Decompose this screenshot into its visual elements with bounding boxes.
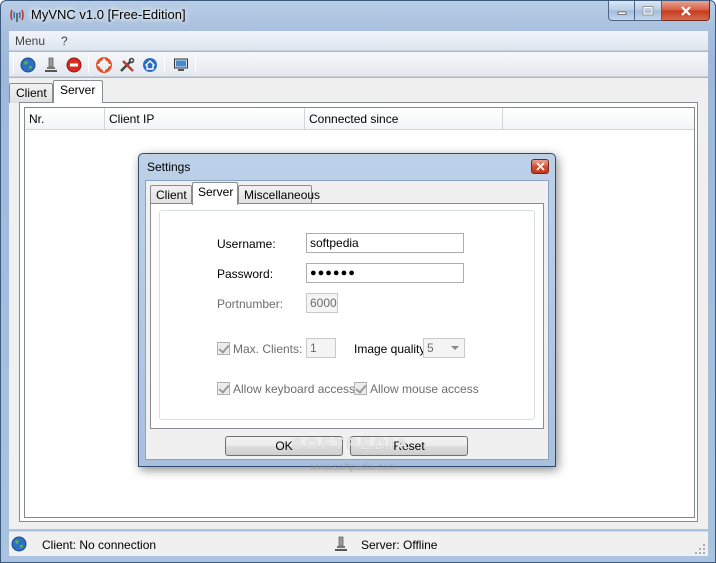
network-plug-icon [335,536,347,551]
close-icon [680,5,691,16]
minimize-icon [617,11,626,15]
table-header: Nr. Client IP Connected since [25,108,694,130]
server-status-text: Server: Offline [361,538,438,552]
toolbar-globe-button[interactable] [18,55,38,74]
resize-grip-icon[interactable] [694,543,706,555]
watermark-url: www.softpedia.com [310,462,397,473]
image-quality-value: 5 [427,341,434,355]
dialog-title: Settings [147,160,191,174]
column-header-filler [503,108,694,130]
portnumber-input[interactable]: 6000 [306,293,338,313]
toolbar-help-button[interactable] [94,55,114,74]
image-quality-label: Image quality: [354,342,429,356]
lifebuoy-icon [96,56,112,73]
tab-client[interactable]: Client [9,83,53,103]
stop-icon [66,57,82,72]
max-clients-label: Max. Clients: [233,342,303,356]
title-bar[interactable]: MyVNC v1.0 [Free-Edition] [1,1,715,30]
close-button[interactable] [662,1,710,21]
column-header-connected-since[interactable]: Connected since [305,108,503,130]
window-title: MyVNC v1.0 [Free-Edition] [31,7,186,22]
toolbar-separator [164,55,165,73]
vnc-antenna-icon [10,9,24,22]
dialog-tab-server[interactable]: Server [192,182,238,205]
password-label: Password: [217,267,274,281]
globe-icon [20,57,36,72]
status-bar: Client: No connection Server: Offline [9,531,708,556]
allow-keyboard-label: Allow keyboard access [233,382,356,396]
dialog-tab-client[interactable]: Client [150,185,192,204]
minimize-button[interactable] [608,1,635,21]
dialog-tab-miscellaneous[interactable]: Miscellaneous [238,185,320,204]
toolbar [9,52,708,77]
server-settings-group: Username: Password: ●●●●●● Portnumber: 6… [159,210,535,420]
password-input[interactable]: ●●●●●● [306,263,464,283]
dialog-close-button[interactable] [531,159,549,174]
home-icon [143,57,157,72]
toolbar-separator [13,55,14,73]
max-clients-checkbox[interactable] [217,342,230,355]
toolbar-home-button[interactable] [140,55,160,74]
maximize-icon [642,5,654,15]
column-header-nr[interactable]: Nr. [25,108,105,130]
toolbar-separator [195,55,196,73]
allow-keyboard-checkbox[interactable] [217,382,230,395]
maximize-button[interactable] [635,1,662,21]
menu-bar: Menu ? [9,31,708,51]
portnumber-label: Portnumber: [217,297,284,311]
settings-dialog: Settings Client Server Miscellaneous Use… [138,153,556,467]
toolbar-stop-button[interactable] [64,55,84,74]
dialog-server-panel: Username: Password: ●●●●●● Portnumber: 6… [150,203,544,429]
dialog-body: Client Server Miscellaneous Username: Pa… [145,180,549,460]
allow-mouse-label: Allow mouse access [370,382,479,396]
image-quality-select[interactable]: 5 [423,338,465,358]
client-status-text: Client: No connection [42,538,157,552]
tab-server[interactable]: Server [53,80,103,103]
toolbar-screen-button[interactable] [171,55,191,74]
monitor-icon [174,58,188,71]
tools-icon [120,57,135,72]
username-input[interactable] [306,233,464,253]
close-icon [535,162,545,171]
menu-item-menu[interactable]: Menu [15,34,45,48]
allow-mouse-checkbox[interactable] [354,382,367,395]
network-plug-icon [45,57,57,72]
chevron-down-icon [451,346,459,350]
column-header-client-ip[interactable]: Client IP [105,108,305,130]
max-clients-input[interactable]: 1 [306,338,336,358]
toolbar-connect-button[interactable] [41,55,61,74]
watermark-text: SOFTPEDIA [292,436,411,453]
globe-icon [11,536,27,552]
menu-item-help[interactable]: ? [61,34,68,48]
toolbar-settings-button[interactable] [117,55,137,74]
username-label: Username: [217,237,276,251]
toolbar-separator [88,55,89,73]
